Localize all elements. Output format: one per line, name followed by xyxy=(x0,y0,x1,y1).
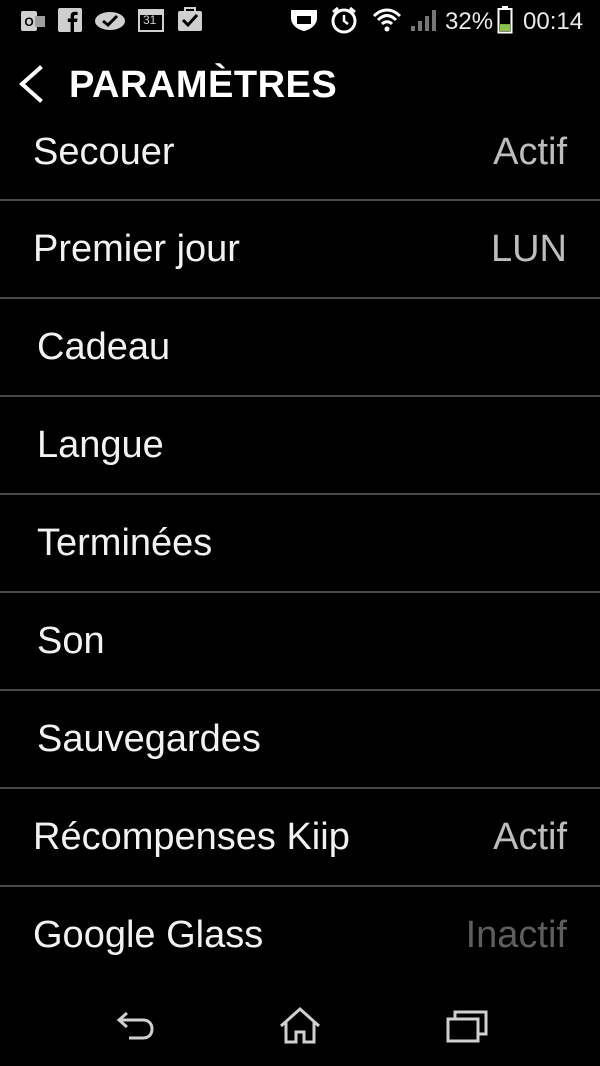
settings-list: Secouer Actif Premier jour LUN Cadeau La… xyxy=(0,104,600,985)
battery-percent: 32% xyxy=(445,8,494,35)
navigation-bar xyxy=(0,990,600,1066)
setting-label: Cadeau xyxy=(37,326,171,368)
outlook-icon: O xyxy=(21,11,45,31)
setting-row-terminees[interactable]: Terminées xyxy=(0,495,600,593)
setting-label: Son xyxy=(37,620,105,662)
setting-row-google-glass[interactable]: Google Glass Inactif xyxy=(0,887,600,985)
battery-icon xyxy=(497,6,513,34)
calendar-day: 31 xyxy=(143,13,157,27)
setting-label: Terminées xyxy=(37,522,213,564)
setting-label: Premier jour xyxy=(33,228,240,270)
back-chevron-icon[interactable] xyxy=(14,64,48,104)
clock-time: 00:14 xyxy=(523,8,584,35)
setting-label: Sauvegardes xyxy=(37,718,261,760)
setting-label: Secouer xyxy=(33,131,175,173)
signal-icon xyxy=(411,10,436,31)
svg-text:O: O xyxy=(24,15,33,29)
sync-check-icon xyxy=(95,12,125,30)
alarm-clock-icon xyxy=(331,6,357,34)
setting-row-cadeau[interactable]: Cadeau xyxy=(0,299,600,397)
setting-value: Actif xyxy=(493,131,567,173)
facebook-icon xyxy=(58,8,82,32)
setting-value: Actif xyxy=(493,816,567,858)
setting-row-sauvegardes[interactable]: Sauvegardes xyxy=(0,691,600,789)
setting-row-premier-jour[interactable]: Premier jour LUN xyxy=(0,201,600,299)
setting-label: Google Glass xyxy=(33,914,264,956)
recents-icon[interactable] xyxy=(442,1006,492,1046)
status-bar: O 31 32% 00:14 xyxy=(0,0,600,44)
page-title: PARAMÈTRES xyxy=(69,64,338,106)
setting-row-son[interactable]: Son xyxy=(0,593,600,691)
setting-label: Langue xyxy=(37,424,164,466)
setting-row-secouer[interactable]: Secouer Actif xyxy=(0,104,600,201)
setting-value: LUN xyxy=(490,228,567,270)
setting-label: Récompenses Kiip xyxy=(33,816,350,858)
task-check-icon xyxy=(178,7,202,31)
setting-row-langue[interactable]: Langue xyxy=(0,397,600,495)
setting-value: Inactif xyxy=(465,914,567,956)
back-icon[interactable] xyxy=(109,1006,159,1046)
setting-row-recompenses-kiip[interactable]: Récompenses Kiip Actif xyxy=(0,789,600,887)
wifi-icon xyxy=(372,8,402,32)
home-icon[interactable] xyxy=(275,1006,325,1046)
vpn-shield-icon xyxy=(291,10,317,31)
